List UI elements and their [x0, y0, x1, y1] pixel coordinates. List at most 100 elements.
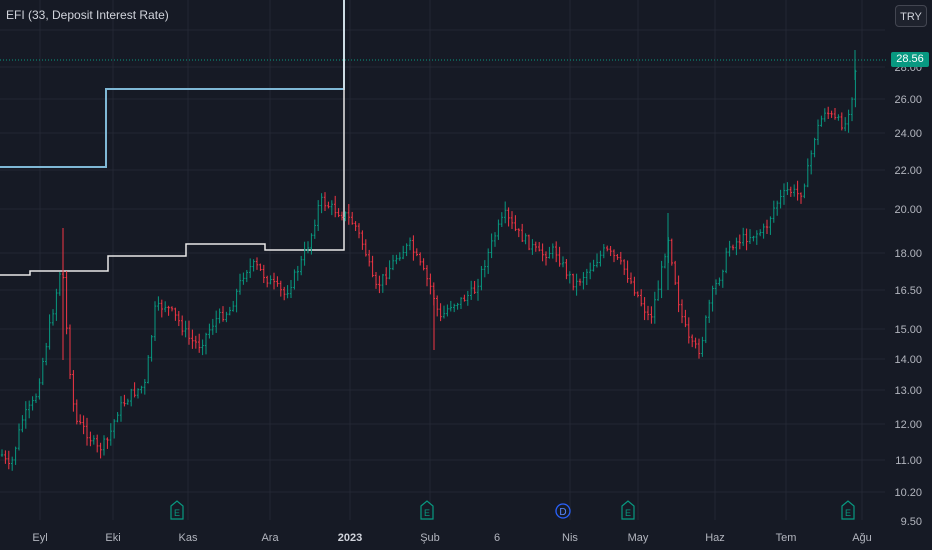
candle: [803, 183, 806, 199]
candle: [786, 182, 789, 195]
candle: [810, 150, 813, 175]
candle: [371, 255, 374, 278]
candle: [660, 260, 663, 299]
candle: [694, 337, 697, 349]
price-axis-label: 14.00: [894, 354, 922, 366]
candle: [718, 277, 721, 286]
candle: [612, 249, 616, 263]
candle: [160, 299, 163, 318]
current-price-tag: 28.56: [891, 52, 929, 67]
candle: [439, 303, 442, 322]
candle: [167, 305, 170, 316]
candle: [255, 257, 259, 270]
candle: [820, 115, 823, 127]
time-axis-label: Kas: [179, 532, 198, 544]
currency-button[interactable]: TRY: [895, 5, 927, 27]
candle: [75, 399, 78, 425]
price-axis-label: 20.00: [894, 204, 922, 216]
price-axis-label: 16.50: [894, 285, 922, 297]
earnings-marker-icon[interactable]: E: [170, 500, 184, 520]
price-chart[interactable]: 28.0026.0024.0022.0020.0018.0016.5015.00…: [0, 0, 932, 550]
candle: [170, 306, 174, 312]
candle: [677, 275, 680, 313]
candle: [850, 97, 854, 122]
candle: [816, 119, 820, 145]
candle: [643, 297, 646, 321]
price-axis-label: 13.00: [894, 385, 922, 397]
candle: [629, 272, 633, 285]
candle: [126, 398, 129, 405]
candle: [487, 248, 490, 274]
svg-text:E: E: [845, 508, 851, 518]
candle: [279, 280, 282, 297]
candle: [374, 271, 378, 289]
candle: [657, 280, 660, 301]
candle: [72, 370, 75, 412]
candle: [194, 335, 197, 349]
earnings-marker-icon[interactable]: E: [621, 500, 635, 520]
candle: [65, 271, 68, 335]
indicator-legend[interactable]: EFI (33, Deposit Interest Rate): [6, 8, 169, 22]
candle: [419, 252, 422, 266]
dividend-marker-icon[interactable]: D: [555, 503, 571, 519]
candle: [157, 296, 160, 311]
candle: [232, 300, 235, 312]
earnings-marker-icon[interactable]: E: [420, 500, 434, 520]
candle: [561, 256, 565, 268]
candle: [408, 237, 412, 251]
candle: [41, 357, 44, 386]
candle: [201, 339, 204, 356]
time-axis-label: Tem: [776, 532, 797, 544]
candle: [24, 401, 27, 429]
candle: [109, 423, 112, 446]
candle: [123, 394, 126, 407]
price-axis-label: 9.50: [901, 516, 922, 528]
candle: [507, 207, 510, 227]
candle: [442, 305, 446, 319]
candle: [313, 219, 316, 239]
price-axis[interactable]: 28.0026.0024.0022.0020.0018.0016.5015.00…: [894, 62, 922, 528]
candle: [606, 245, 609, 252]
candle: [806, 158, 809, 188]
candle: [534, 241, 537, 252]
candle: [762, 223, 765, 239]
candle: [391, 254, 395, 271]
time-axis-label: May: [628, 532, 649, 544]
candle: [592, 259, 595, 272]
candle: [728, 240, 731, 257]
svg-text:E: E: [625, 508, 631, 518]
candle: [558, 246, 561, 267]
indicator-lines: [0, 0, 888, 276]
candle: [823, 108, 826, 122]
time-axis[interactable]: Eyl Eki Kas Ara 2023 Şub 6 Nis May Haz Tem Ağu: [32, 532, 871, 544]
candle: [551, 243, 554, 259]
candle: [79, 414, 82, 425]
candle: [521, 223, 524, 242]
price-axis-label: 18.00: [894, 248, 922, 260]
candle: [738, 234, 741, 250]
candle: [68, 324, 72, 380]
candle: [249, 258, 252, 278]
candle: [116, 412, 119, 423]
candle: [58, 272, 61, 296]
candle: [130, 388, 133, 407]
candle: [650, 306, 653, 324]
candle: [99, 442, 102, 459]
candle: [514, 215, 517, 232]
candle: [306, 241, 310, 254]
price-axis-label: 12.00: [894, 419, 922, 431]
candle: [582, 272, 585, 290]
candle: [752, 235, 755, 242]
time-axis-label: Ağu: [852, 532, 872, 544]
chart-grid: [0, 0, 885, 520]
earnings-marker-icon[interactable]: E: [841, 500, 855, 520]
candle: [436, 295, 439, 317]
candle: [242, 272, 245, 285]
candle: [490, 233, 493, 259]
candle: [653, 291, 656, 324]
candle: [742, 227, 745, 246]
candle: [119, 396, 123, 422]
candle: [633, 276, 636, 296]
candle: [840, 112, 843, 131]
candle: [813, 137, 816, 158]
